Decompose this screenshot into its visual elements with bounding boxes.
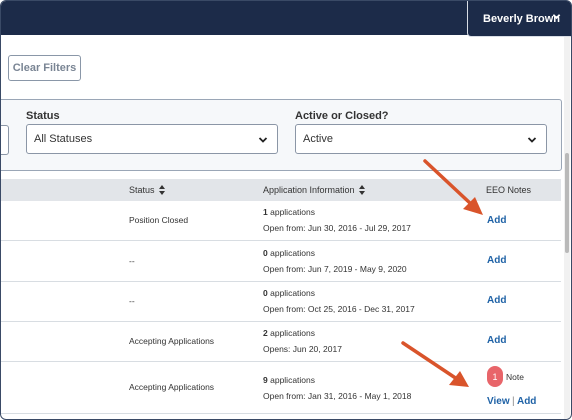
application-count: 9 applications bbox=[263, 375, 315, 385]
column-header-label: Application Information bbox=[263, 185, 355, 195]
application-count-number: 2 bbox=[263, 328, 268, 338]
status-select[interactable]: All Statuses bbox=[26, 124, 278, 154]
application-count-number: 1 bbox=[263, 207, 268, 217]
application-count-number: 0 bbox=[263, 288, 268, 298]
active-closed-select[interactable]: Active bbox=[295, 124, 547, 154]
chevron-down-icon bbox=[552, 14, 561, 20]
column-header-label: EEO Notes bbox=[486, 185, 532, 195]
table-row: -- 0 applications Open from: Jun 7, 2019… bbox=[1, 241, 561, 282]
truncated-filter-select[interactable] bbox=[1, 125, 9, 155]
active-closed-select-value: Active bbox=[303, 133, 333, 145]
app-window: Beverly Brown Clear Filters Status All S… bbox=[0, 0, 572, 420]
application-count: 2 applications bbox=[263, 328, 315, 338]
user-name: Beverly Brown bbox=[483, 12, 561, 25]
status-cell: -- bbox=[129, 296, 135, 306]
application-count: 1 applications bbox=[263, 207, 315, 217]
add-eeo-note-link[interactable]: Add bbox=[487, 295, 506, 306]
application-count-suffix: applications bbox=[270, 288, 315, 298]
application-count-suffix: applications bbox=[270, 207, 315, 217]
open-dates: Open from: Jun 30, 2016 - Jul 29, 2017 bbox=[263, 223, 411, 233]
note-label: Note bbox=[506, 372, 524, 382]
column-header-eeo-notes: EEO Notes bbox=[486, 185, 531, 195]
application-count-suffix: applications bbox=[270, 328, 315, 338]
scrollbar-thumb[interactable] bbox=[565, 153, 569, 253]
application-count: 0 applications bbox=[263, 288, 315, 298]
application-count-suffix: applications bbox=[270, 248, 315, 258]
add-eeo-note-link[interactable]: Add bbox=[487, 215, 506, 226]
sort-icon bbox=[158, 185, 165, 195]
eeo-note-actions: View | Add bbox=[487, 396, 536, 407]
table-row: -- 0 applications Open from: Oct 25, 201… bbox=[1, 282, 561, 322]
column-header-label: Status bbox=[129, 185, 155, 195]
application-count: 0 applications bbox=[263, 248, 315, 258]
open-dates: Open from: Oct 25, 2016 - Dec 31, 2017 bbox=[263, 304, 415, 314]
status-cell: Position Closed bbox=[129, 215, 189, 225]
column-header-status[interactable]: Status bbox=[129, 185, 165, 195]
application-count-number: 9 bbox=[263, 375, 268, 385]
note-count-badge: 1 bbox=[487, 366, 503, 387]
add-eeo-note-link[interactable]: Add bbox=[487, 255, 506, 266]
user-menu-button[interactable]: Beverly Brown bbox=[467, 1, 571, 37]
application-count-number: 0 bbox=[263, 248, 268, 258]
status-cell: Accepting Applications bbox=[129, 336, 215, 346]
table-header: Status Application Information EEO Notes bbox=[1, 179, 561, 201]
open-dates: Opens: Jun 20, 2017 bbox=[263, 344, 342, 354]
status-cell: Accepting Applications bbox=[129, 382, 215, 392]
clear-filters-button[interactable]: Clear Filters bbox=[8, 55, 81, 81]
view-eeo-notes-link[interactable]: View bbox=[487, 396, 510, 407]
table-row: Position Closed 1 applications Open from… bbox=[1, 201, 561, 241]
table-row: Accepting Applications 9 applications Op… bbox=[1, 362, 561, 414]
column-header-application-information[interactable]: Application Information bbox=[263, 185, 365, 195]
add-eeo-note-link[interactable]: Add bbox=[487, 335, 506, 346]
active-closed-filter-label: Active or Closed? bbox=[295, 110, 389, 122]
status-cell: -- bbox=[129, 256, 135, 266]
open-dates: Open from: Jun 7, 2019 - May 9, 2020 bbox=[263, 264, 407, 274]
status-select-value: All Statuses bbox=[34, 133, 93, 145]
chevron-down-icon bbox=[527, 137, 537, 143]
add-eeo-note-link[interactable]: Add bbox=[517, 396, 536, 407]
sort-icon bbox=[358, 185, 365, 195]
open-dates: Open from: Jan 31, 2016 - May 1, 2018 bbox=[263, 391, 412, 401]
link-separator: | bbox=[511, 396, 515, 407]
application-count-suffix: applications bbox=[270, 375, 315, 385]
chevron-down-icon bbox=[258, 137, 268, 143]
table-row: Accepting Applications 2 applications Op… bbox=[1, 322, 561, 362]
status-filter-label: Status bbox=[26, 110, 60, 122]
